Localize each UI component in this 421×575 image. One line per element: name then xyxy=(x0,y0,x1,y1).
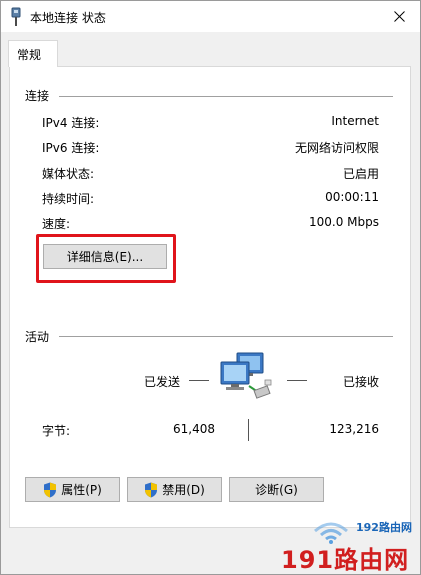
activity-group-label: 活动 xyxy=(25,330,50,344)
bytes-label: 字节: xyxy=(42,424,71,438)
tab-general[interactable]: 常规 xyxy=(8,40,58,67)
title-bar[interactable]: 本地连接 状态 xyxy=(1,1,420,32)
disable-button[interactable]: 禁用(D) xyxy=(127,477,222,502)
watermark-small: 192路由网 xyxy=(356,521,412,534)
bytes-sent-value: 61,408 xyxy=(173,422,215,436)
tab-panel-general xyxy=(9,66,411,528)
sent-connector xyxy=(189,380,209,381)
network-computers-icon xyxy=(220,352,272,399)
diagnose-button[interactable]: 诊断(G) xyxy=(229,477,324,502)
speed-label: 速度: xyxy=(42,217,71,231)
uac-shield-icon xyxy=(145,482,158,497)
tab-general-label: 常规 xyxy=(17,48,42,62)
disable-button-label: 禁用(D) xyxy=(162,483,205,497)
diagnose-button-label: 诊断(G) xyxy=(255,483,298,497)
red-highlight-box xyxy=(36,234,176,283)
window-title: 本地连接 状态 xyxy=(30,11,106,25)
media-state-value: 已启用 xyxy=(342,167,379,181)
bytes-separator xyxy=(248,419,249,441)
watermark: 192路由网 191路由网 xyxy=(271,513,420,574)
ipv6-value: 无网络访问权限 xyxy=(294,141,379,155)
watermark-brand: 191路由网 xyxy=(281,546,410,574)
status-dialog: 本地连接 状态 常规 连接 IPv4 连接: Internet IPv6 连接:… xyxy=(0,0,421,575)
speed-value: 100.0 Mbps xyxy=(308,215,379,229)
connection-group-label: 连接 xyxy=(25,89,50,103)
properties-button[interactable]: 属性(P) xyxy=(25,477,120,502)
received-label: 已接收 xyxy=(343,375,380,389)
bytes-received-value: 123,216 xyxy=(329,422,379,436)
duration-label: 持续时间: xyxy=(42,192,95,206)
received-connector xyxy=(287,380,307,381)
ipv4-value: Internet xyxy=(331,114,379,128)
close-icon xyxy=(393,11,405,22)
duration-value: 00:00:11 xyxy=(325,190,379,204)
connection-group-divider xyxy=(59,96,393,97)
ipv4-label: IPv4 连接: xyxy=(42,116,100,130)
uac-shield-icon xyxy=(44,482,57,497)
media-state-label: 媒体状态: xyxy=(42,167,95,181)
close-button[interactable] xyxy=(378,1,420,32)
properties-button-label: 属性(P) xyxy=(61,483,102,497)
ipv6-label: IPv6 连接: xyxy=(42,141,100,155)
sent-label: 已发送 xyxy=(144,375,181,389)
network-adapter-icon xyxy=(11,7,21,26)
activity-group-divider xyxy=(59,336,393,337)
